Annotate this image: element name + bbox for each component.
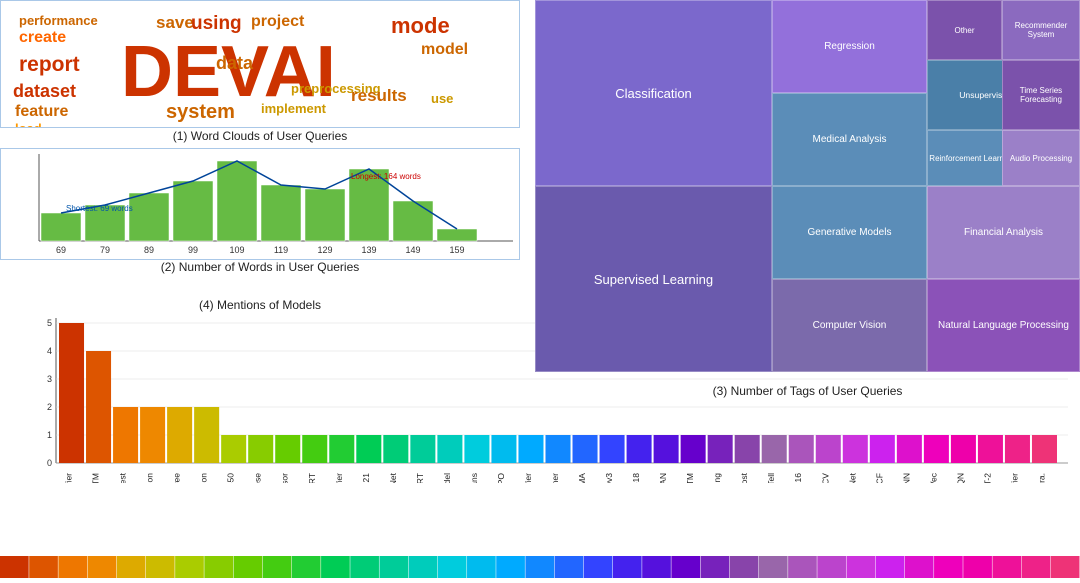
svg-text:149: 149 [405,245,420,255]
svg-text:LSTM: LSTM [91,473,101,483]
word-cloud-word: system [166,101,235,124]
svg-text:79: 79 [100,245,110,255]
svg-text:69: 69 [56,245,66,255]
svg-text:139: 139 [361,245,376,255]
svg-text:Linear Regression: Linear Regression [145,473,155,483]
svg-text:Logistic Regression: Logistic Regression [199,473,209,483]
word-cloud-word: implement [261,101,326,116]
treemap-title: (3) Number of Tags of User Queries [713,384,903,398]
word-cloud-word: dataset [13,81,76,102]
treemap-cell: Natural Language Processing [927,279,1080,372]
svg-text:SVM regressor: SVM regressor [280,473,290,483]
models-bar-title: (4) Mentions of Models [199,298,321,312]
word-cloud-canvas: DEVAIperformancesavecreatereportdatasetf… [0,0,520,128]
treemap-cell: Regression [772,0,927,93]
word-cloud-word: data [216,53,253,74]
svg-text:Shortest: 69 words: Shortest: 69 words [66,204,133,213]
word-cloud-title: (1) Word Clouds of User Queries [173,129,348,143]
word-cloud-word: use [431,91,453,106]
word-cloud-word: report [19,53,80,77]
svg-text:BART: BART [307,473,317,483]
treemap-cell: Generative Models [772,186,927,279]
svg-text:Longest: 164 words: Longest: 164 words [351,172,421,181]
word-cloud-word: results [351,86,407,106]
treemap-cell: Medical Analysis [772,93,927,186]
svg-text:119: 119 [274,245,288,255]
svg-text:Random Forest classifier: Random Forest classifier [523,473,533,483]
svg-text:U-Net: U-Net [388,472,398,483]
right-panel: ClassificationRegressionOtherRecommender… [535,0,1080,578]
treemap-cell: Time Series Forecasting [1002,60,1080,130]
word-cloud-word: save [156,13,194,33]
word-cloud-word: project [251,13,304,31]
word-cloud-section: DEVAIperformancesavecreatereportdatasetf… [0,0,520,145]
histogram-title: (2) Number of Words in User Queries [161,260,360,274]
svg-text:BERT: BERT [415,473,425,483]
treemap-cell: Financial Analysis [927,186,1080,279]
treemap-canvas: ClassificationRegressionOtherRecommender… [535,0,1080,372]
svg-text:Decision Tree: Decision Tree [172,473,182,483]
word-cloud-word: model [421,41,468,59]
bar-chart-area: 012345SVM classifierLSTMRandom ForestLin… [28,318,516,478]
word-cloud-word: load [15,121,42,128]
treemap-cell: Recommender System [1002,0,1080,60]
histogram-canvas: 69 79 89 99 109 119 129 139 149 159 Shortest: 69 w… [0,148,520,260]
svg-text:4: 4 [47,346,52,356]
word-cloud-word: feature [15,103,68,121]
word-cloud-word: using [191,13,242,35]
treemap-section: ClassificationRegressionOtherRecommender… [535,0,1080,380]
svg-text:109: 109 [229,245,244,255]
svg-text:Random Forest: Random Forest [118,472,128,483]
svg-text:99: 99 [188,245,198,255]
svg-text:ResNet-50: ResNet-50 [226,473,236,483]
svg-text:3: 3 [47,374,52,384]
svg-text:K-means: K-means [469,473,479,483]
svg-text:PPO: PPO [496,473,506,483]
svg-text:89: 89 [144,245,154,255]
svg-text:1: 1 [47,430,52,440]
svg-text:129: 129 [317,245,332,255]
svg-text:2: 2 [47,402,52,412]
svg-text:Latent Factor model: Latent Factor model [442,473,452,483]
models-bar-section: (4) Mentions of Models 0 1 2 3 4 5 SVM classif… [0,290,520,578]
word-cloud-word: performance [19,13,98,28]
treemap-cell: Supervised Learning [535,186,772,372]
svg-text:Siamese: Siamese [253,473,263,483]
histogram-section: 69 79 89 99 109 119 129 139 149 159 Shortest: 69 w… [0,148,520,276]
treemap-cell: Audio Processing [1002,130,1080,186]
word-cloud-word: mode [391,13,450,39]
treemap-cell: Classification [535,0,772,186]
svg-text:SVM classifier: SVM classifier [64,473,74,483]
svg-text:0: 0 [47,458,52,468]
svg-text:DenseNet-121: DenseNet-121 [361,473,371,483]
treemap-cell: Computer Vision [772,279,927,372]
svg-text:5: 5 [47,318,52,328]
bottom-model-bar [0,556,1080,578]
svg-text:KNN classifier: KNN classifier [334,473,344,483]
treemap-cell: Other [927,0,1002,60]
svg-text:159: 159 [449,245,464,255]
word-cloud-word: create [19,29,66,47]
